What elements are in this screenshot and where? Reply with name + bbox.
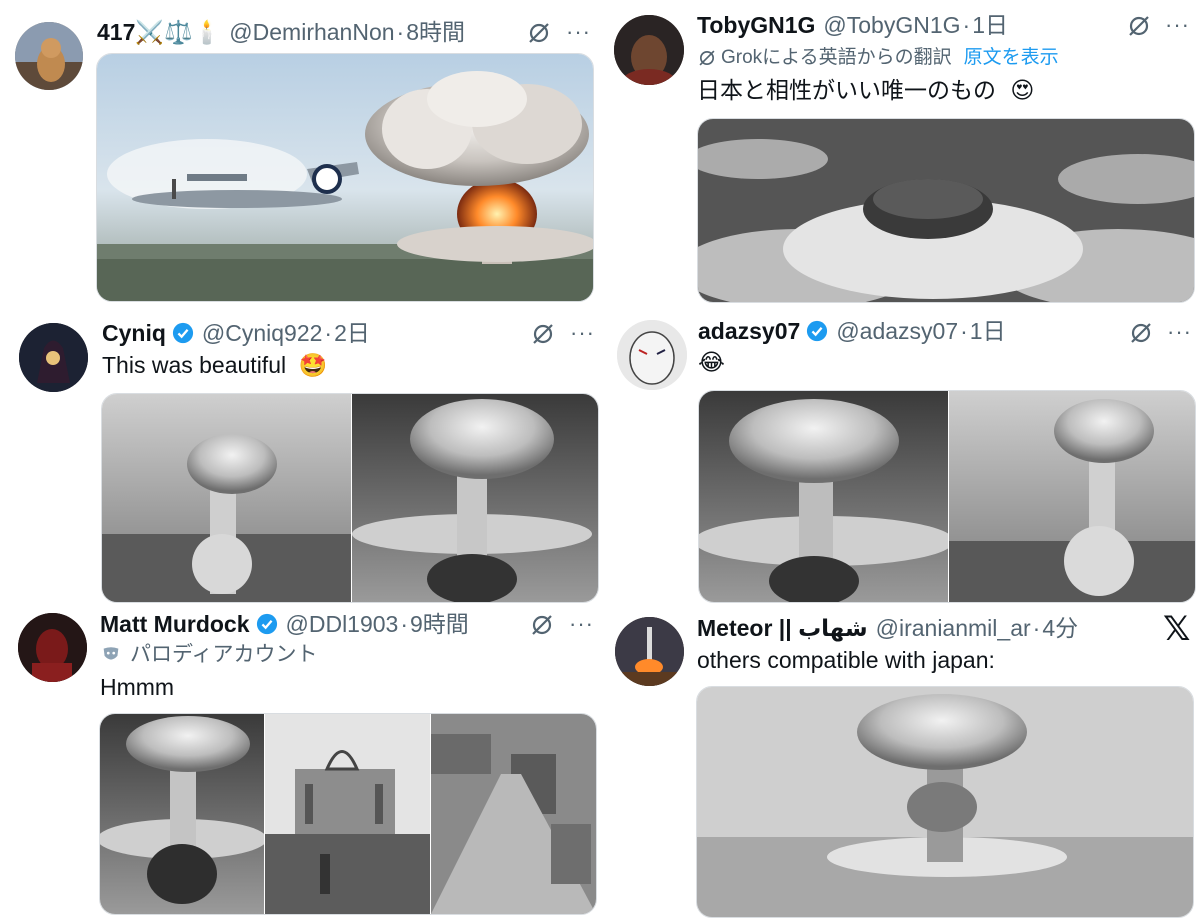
- display-name[interactable]: 417⚔️⚖️🕯️: [97, 17, 221, 47]
- media-panel-left: [100, 714, 264, 914]
- separator: ·: [324, 320, 333, 346]
- daredevil-avatar-icon: [18, 613, 87, 682]
- tweet-text: 日本と相性がいい唯一のもの 😍: [697, 75, 1034, 105]
- avatar[interactable]: [617, 320, 687, 390]
- user-handle[interactable]: @adazsy07: [836, 316, 958, 346]
- grok-icon[interactable]: [530, 321, 556, 347]
- x-logo-icon[interactable]: 𝕏: [1163, 609, 1190, 649]
- timestamp[interactable]: 9時間: [410, 609, 469, 639]
- rocket-launch-avatar-icon: [615, 617, 684, 686]
- tweet-header: Cyniq @Cyniq922 · 2日: [102, 318, 370, 348]
- aerial-mushroom-cloud-image: [698, 119, 1194, 302]
- mushroom-cloud-bomber-image: [97, 54, 593, 301]
- verified-badge-icon: [172, 322, 193, 344]
- tweet-header: Matt Murdock @DDl1903 · 9時間: [100, 609, 469, 639]
- tweet-text: others compatible with japan:: [697, 647, 995, 673]
- timestamp[interactable]: 1日: [970, 316, 1006, 346]
- avatar[interactable]: [18, 613, 87, 682]
- tweet-media[interactable]: [101, 393, 599, 603]
- tweet-media[interactable]: [96, 53, 594, 302]
- tweet-header: adazsy07 @adazsy07 · 1日: [698, 316, 1006, 346]
- timestamp[interactable]: 8時間: [406, 17, 465, 47]
- tweet-text: This was beautiful 🤩: [102, 350, 327, 380]
- timestamp[interactable]: 1日: [972, 10, 1008, 40]
- display-name[interactable]: adazsy07: [698, 316, 800, 346]
- mushroom-cloud-photo: [100, 714, 264, 914]
- avatar[interactable]: [15, 22, 83, 90]
- tweet-text: 😂: [698, 347, 725, 377]
- tweet-header: 417⚔️⚖️🕯️ @DemirhanNon · 8時間: [97, 17, 465, 47]
- tweet-media[interactable]: [698, 390, 1196, 603]
- more-options-icon[interactable]: ···: [570, 322, 595, 344]
- parody-label: パロディアカウント: [100, 642, 318, 668]
- separator: ·: [400, 611, 409, 637]
- grok-icon[interactable]: [1126, 13, 1152, 39]
- more-options-icon[interactable]: ···: [1167, 321, 1192, 343]
- media-panel-right: [949, 391, 1195, 602]
- cat-avatar-icon: [15, 22, 83, 90]
- tweet-media[interactable]: [697, 118, 1195, 303]
- tweet-text-content: This was beautiful: [102, 352, 287, 378]
- hooded-figure-avatar-icon: [19, 323, 88, 392]
- media-panel-right: [352, 394, 598, 602]
- tears-of-joy-emoji: 😂: [698, 349, 725, 375]
- tweet-media[interactable]: [99, 713, 597, 915]
- destroyed-city-photo: [431, 714, 596, 914]
- more-options-icon[interactable]: ···: [566, 21, 591, 43]
- separator: ·: [960, 318, 968, 344]
- verified-badge-icon: [807, 320, 828, 342]
- tweet-text-content: 日本と相性がいい唯一のもの: [697, 77, 996, 103]
- media-panel-left: [699, 391, 948, 602]
- user-handle[interactable]: @TobyGN1G: [823, 10, 960, 40]
- person-avatar-icon: [614, 15, 684, 85]
- avatar[interactable]: [19, 323, 88, 392]
- media-panel-right: [431, 714, 596, 914]
- mushroom-cloud-photo: [699, 391, 948, 602]
- grok-translate-icon: [699, 50, 715, 66]
- display-name[interactable]: TobyGN1G: [697, 10, 815, 40]
- tweet-media[interactable]: [696, 686, 1194, 918]
- avatar[interactable]: [615, 617, 684, 686]
- show-original-link[interactable]: 原文を表示: [964, 45, 1059, 71]
- display-name[interactable]: Matt Murdock: [100, 609, 250, 639]
- parody-label-text: パロディアカウント: [130, 643, 318, 666]
- translation-note: Grokによる英語からの翻訳: [721, 47, 952, 68]
- star-struck-emoji: 🤩: [298, 352, 328, 378]
- separator: ·: [1032, 615, 1041, 641]
- mushroom-cloud-photo: [697, 687, 1193, 917]
- verified-badge-icon: [256, 613, 277, 635]
- separator: ·: [396, 19, 405, 45]
- user-handle[interactable]: @iranianmil_ar: [876, 613, 1031, 643]
- heart-eyes-emoji: 😍: [1010, 77, 1035, 103]
- user-handle[interactable]: @Cyniq922: [202, 318, 323, 348]
- tweet-header: TobyGN1G @TobyGN1G · 1日: [697, 10, 1008, 40]
- wojak-face-avatar-icon: [617, 320, 687, 390]
- separator: ·: [962, 12, 971, 38]
- timestamp[interactable]: 2日: [334, 318, 370, 348]
- display-name[interactable]: Cyniq: [102, 318, 166, 348]
- media-panel-left: [102, 394, 351, 602]
- mushroom-cloud-photo: [102, 394, 351, 602]
- tweet-header: Meteor || شهاب @iranianmil_ar · 4分: [697, 613, 1078, 643]
- grok-icon[interactable]: [529, 612, 555, 638]
- tweet-text: Hmmm: [100, 674, 175, 700]
- ruined-dome-photo: [265, 714, 430, 914]
- display-name[interactable]: Meteor || شهاب: [697, 613, 868, 643]
- theater-mask-icon: [103, 647, 119, 660]
- media-panel-middle: [265, 714, 430, 914]
- timestamp[interactable]: 4分: [1042, 613, 1078, 643]
- more-options-icon[interactable]: ···: [1165, 14, 1190, 36]
- more-options-icon[interactable]: ···: [569, 613, 594, 635]
- grok-icon[interactable]: [526, 20, 552, 46]
- mushroom-cloud-photo: [352, 394, 598, 602]
- mushroom-cloud-photo: [949, 391, 1195, 602]
- translation-line: Grokによる英語からの翻訳 原文を表示: [697, 45, 1059, 71]
- user-handle[interactable]: @DemirhanNon: [229, 17, 394, 47]
- user-handle[interactable]: @DDl1903: [286, 609, 399, 639]
- avatar[interactable]: [614, 15, 684, 85]
- grok-icon[interactable]: [1128, 320, 1154, 346]
